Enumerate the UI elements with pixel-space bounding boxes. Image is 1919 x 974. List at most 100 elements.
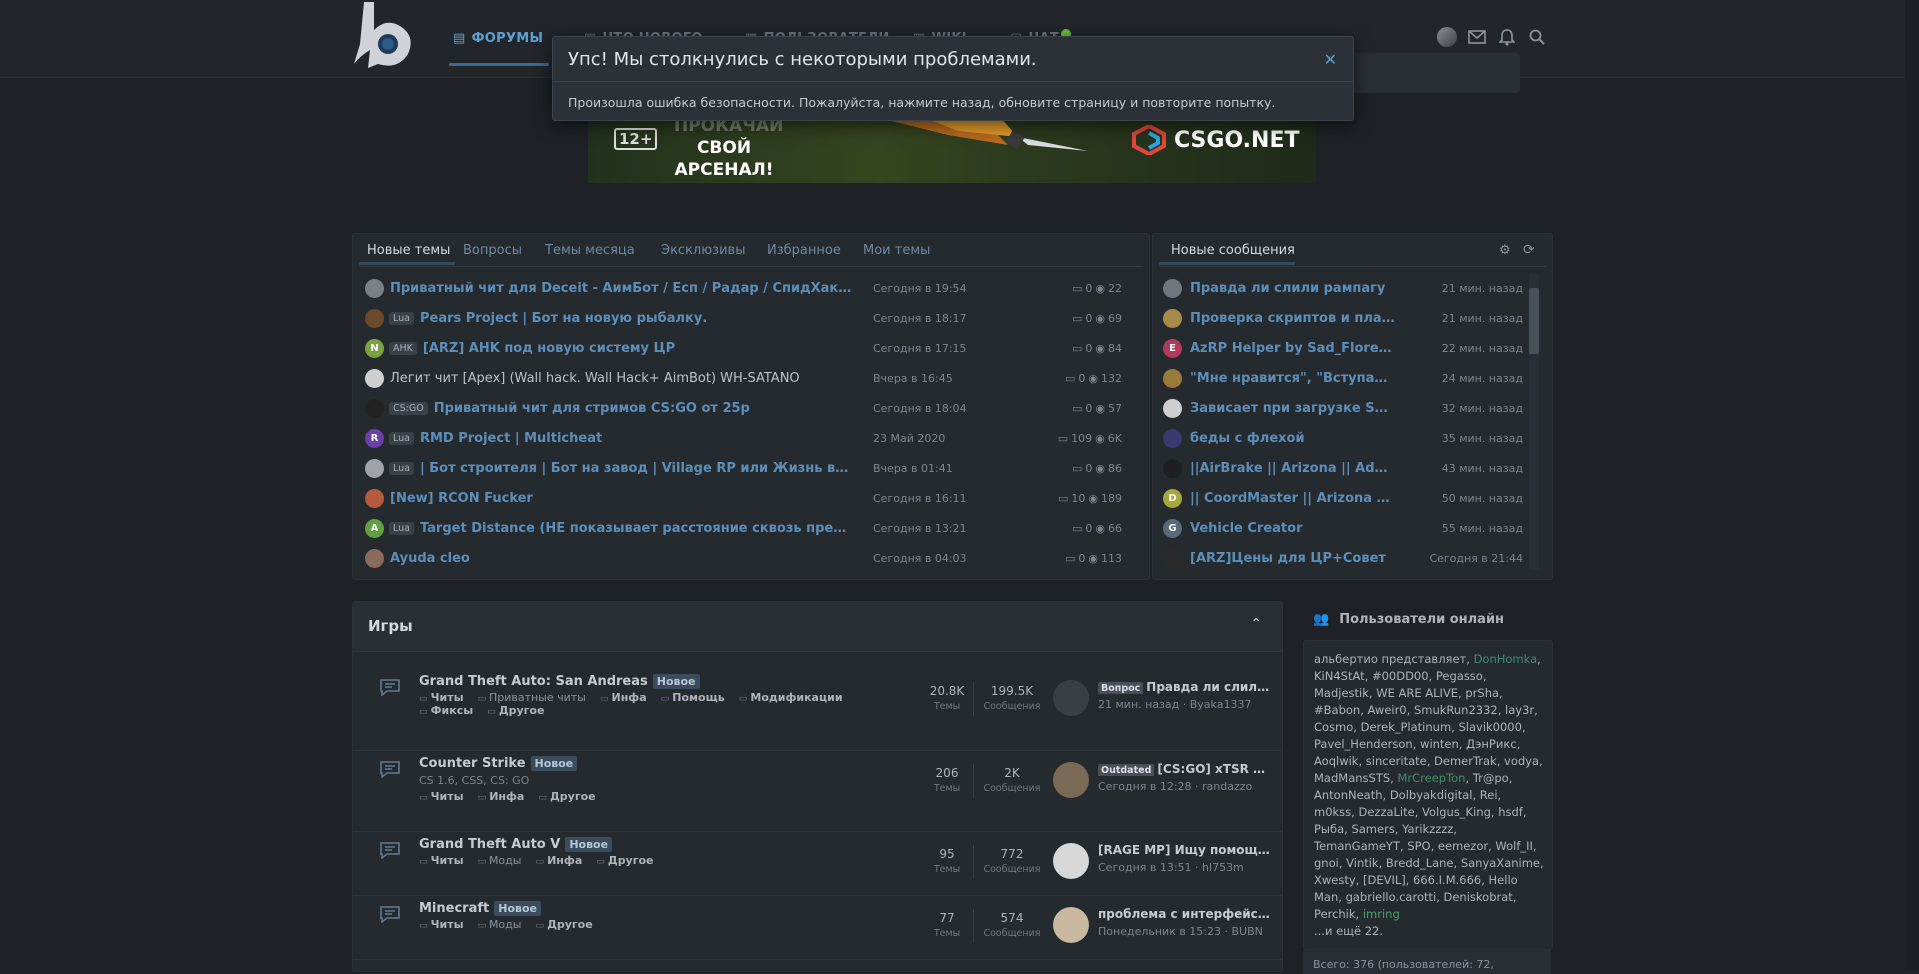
online-more[interactable]: ...и ещё 22.: [1314, 923, 1544, 940]
thread-title[interactable]: Приватный чит для стримов CS:GO от 25р: [434, 401, 750, 416]
message-thread-title[interactable]: Vehicle Creator: [1190, 521, 1395, 536]
subforum-link[interactable]: Моды: [478, 854, 522, 867]
avatar[interactable]: [1163, 428, 1182, 448]
forum-name[interactable]: Grand Theft Auto V: [419, 837, 560, 852]
avatar[interactable]: [365, 398, 384, 418]
subforum-link[interactable]: Модификации: [739, 691, 842, 704]
avatar[interactable]: [1163, 278, 1182, 298]
avatar[interactable]: R: [365, 428, 384, 448]
message-row[interactable]: E AzRP Helper by Sad_Flores(Release) 22 ми…: [1163, 336, 1523, 360]
avatar[interactable]: E: [1163, 338, 1182, 358]
games-header[interactable]: Игры ⌃: [353, 602, 1282, 652]
avatar[interactable]: [1053, 907, 1089, 943]
last-post-title[interactable]: [RAGE MP] Ищу помощь в ...: [1098, 843, 1270, 857]
thread-row[interactable]: Приватный чит для Deceit - АимБот / Есп …: [365, 276, 1135, 300]
subforum-link[interactable]: Фиксы: [419, 704, 474, 717]
forum-row[interactable]: Counter Strike НовоеCS 1.6, CSS, CS: GO Чи…: [353, 750, 1282, 832]
subforum-link[interactable]: Помощь: [661, 691, 724, 704]
nav-forums[interactable]: ▤ ФОРУМЫ: [453, 28, 543, 48]
message-row[interactable]: [ARZ]Цены для ЦР+Совет Сегодня в 21:44: [1163, 546, 1523, 570]
thread-row[interactable]: N AHK [ARZ] AHK под новую систему ЦР Сегодн…: [365, 336, 1135, 360]
thread-row[interactable]: Легит чит [Apex] (Wall hack. Wall Hack+ …: [365, 366, 1135, 390]
last-post-title[interactable]: Outdated[CS:GO] xTSR 0.0....: [1098, 762, 1270, 776]
thread-title[interactable]: | Бот строителя | Бот на завод | Village…: [420, 461, 850, 476]
message-thread-title[interactable]: Зависает при загрузке Sampfuncs: [1190, 401, 1395, 416]
site-logo[interactable]: [350, 0, 424, 70]
close-icon[interactable]: ✕: [1324, 50, 1337, 69]
online-user-highlight[interactable]: imring: [1363, 907, 1400, 921]
tab-new-threads[interactable]: Новые темы: [367, 243, 450, 258]
subforum-link[interactable]: Приватные читы: [478, 691, 586, 704]
thread-row[interactable]: Lua | Бот строителя | Бот на завод | Vill…: [365, 456, 1135, 480]
message-row[interactable]: G Vehicle Creator 55 мин. назад: [1163, 516, 1523, 540]
thread-title[interactable]: [New] RCON Fucker: [390, 491, 533, 506]
message-row[interactable]: беды с флехой 35 мин. назад: [1163, 426, 1523, 450]
refresh-icon[interactable]: ⟳: [1523, 242, 1535, 258]
last-post-title[interactable]: проблема с интерфейсом: [1098, 907, 1270, 921]
thread-title[interactable]: RMD Project | Multicheat: [420, 431, 602, 446]
message-thread-title[interactable]: Правда ли слили рампагу: [1190, 281, 1395, 296]
thread-row[interactable]: A Lua Target Distance (НЕ показывает расст…: [365, 516, 1135, 540]
message-thread-title[interactable]: ||AirBrake || Arizona || Advance || Aur.…: [1190, 461, 1395, 476]
message-row[interactable]: D || CoordMaster || Arizona RP || Diamo..…: [1163, 486, 1523, 510]
scrollbar-thumb[interactable]: [1529, 288, 1539, 354]
avatar[interactable]: N: [365, 338, 384, 358]
user-avatar[interactable]: [1436, 26, 1458, 48]
subforum-link[interactable]: Другое: [596, 854, 654, 867]
subforum-link[interactable]: Читы: [419, 691, 464, 704]
ad-banner[interactable]: 12+ ПРОКАЧАЙ СВОЙ АРСЕНАЛ! CSGO.NET: [588, 115, 1316, 183]
subforum-link[interactable]: Читы: [419, 918, 464, 931]
avatar[interactable]: A: [365, 518, 384, 538]
avatar[interactable]: [365, 278, 384, 298]
avatar[interactable]: [1163, 398, 1182, 418]
message-row[interactable]: "Мне нравится", "Вступай", "Подпи... 24 м…: [1163, 366, 1523, 390]
forum-name[interactable]: Minecraft: [419, 901, 489, 916]
last-post-title[interactable]: ВопросПравда ли слили р...: [1098, 680, 1270, 694]
online-user-highlight[interactable]: MrCreepTon: [1397, 771, 1465, 785]
avatar[interactable]: G: [1163, 518, 1182, 538]
forum-name[interactable]: Grand Theft Auto: San Andreas: [419, 674, 648, 689]
message-thread-title[interactable]: || CoordMaster || Arizona RP || Diamo...: [1190, 491, 1395, 506]
tab-exclusives[interactable]: Эксклюзивы: [661, 243, 745, 258]
message-row[interactable]: Зависает при загрузке Sampfuncs 32 мин. н…: [1163, 396, 1523, 420]
subforum-link[interactable]: Другое: [535, 918, 593, 931]
message-row[interactable]: ||AirBrake || Arizona || Advance || Aur.…: [1163, 456, 1523, 480]
settings-icon[interactable]: ⚙: [1499, 243, 1511, 258]
message-row[interactable]: Правда ли слили рампагу 21 мин. назад: [1163, 276, 1523, 300]
message-thread-title[interactable]: "Мне нравится", "Вступай", "Подпи...: [1190, 371, 1395, 386]
subforum-link[interactable]: Моды: [478, 918, 522, 931]
messages-scrollbar[interactable]: [1529, 274, 1539, 570]
message-thread-title[interactable]: [ARZ]Цены для ЦР+Совет: [1190, 551, 1395, 566]
avatar[interactable]: [1163, 308, 1182, 328]
bell-icon[interactable]: [1496, 26, 1518, 48]
thread-title[interactable]: Pears Project | Бот на новую рыбалку.: [420, 311, 707, 326]
subforum-link[interactable]: Инфа: [478, 790, 524, 803]
tab-questions[interactable]: Вопросы: [463, 243, 522, 258]
message-row[interactable]: Проверка скриптов и плагинов на ... 21 ми…: [1163, 306, 1523, 330]
message-thread-title[interactable]: AzRP Helper by Sad_Flores(Release): [1190, 341, 1395, 356]
thread-row[interactable]: R Lua RMD Project | Multicheat 23 Май 2020 ▭…: [365, 426, 1135, 450]
message-thread-title[interactable]: Проверка скриптов и плагинов на ...: [1190, 311, 1395, 326]
tab-new-messages[interactable]: Новые сообщения: [1171, 243, 1295, 258]
avatar[interactable]: [365, 308, 384, 328]
avatar[interactable]: D: [1163, 488, 1182, 508]
thread-title[interactable]: Приватный чит для Deceit - АимБот / Есп …: [390, 281, 852, 296]
tab-threads-of-month[interactable]: Темы месяца: [545, 243, 635, 258]
forum-name[interactable]: Counter Strike: [419, 756, 526, 771]
subforum-link[interactable]: Другое: [487, 704, 545, 717]
search-icon[interactable]: [1526, 26, 1548, 48]
avatar[interactable]: [1053, 843, 1089, 879]
subforum-link[interactable]: Читы: [419, 790, 464, 803]
avatar[interactable]: [1163, 368, 1182, 388]
forum-row[interactable]: Minecraft Новое Читы Моды Другое 77Темы 574Соо…: [353, 895, 1282, 960]
subforum-link[interactable]: Другое: [538, 790, 596, 803]
avatar[interactable]: [365, 458, 384, 478]
thread-row[interactable]: [New] RCON Fucker Сегодня в 16:11 ▭ 10 ◉ 189: [365, 486, 1135, 510]
thread-title[interactable]: Легит чит [Apex] (Wall hack. Wall Hack+ …: [390, 371, 800, 386]
mail-icon[interactable]: [1466, 26, 1488, 48]
thread-row[interactable]: Ayuda cleo Сегодня в 04:03 ▭ 0 ◉ 113: [365, 546, 1135, 570]
avatar[interactable]: [1163, 548, 1182, 568]
avatar[interactable]: [1053, 680, 1089, 716]
thread-title[interactable]: [ARZ] AHK под новую систему ЦР: [423, 341, 675, 356]
message-thread-title[interactable]: беды с флехой: [1190, 431, 1395, 446]
